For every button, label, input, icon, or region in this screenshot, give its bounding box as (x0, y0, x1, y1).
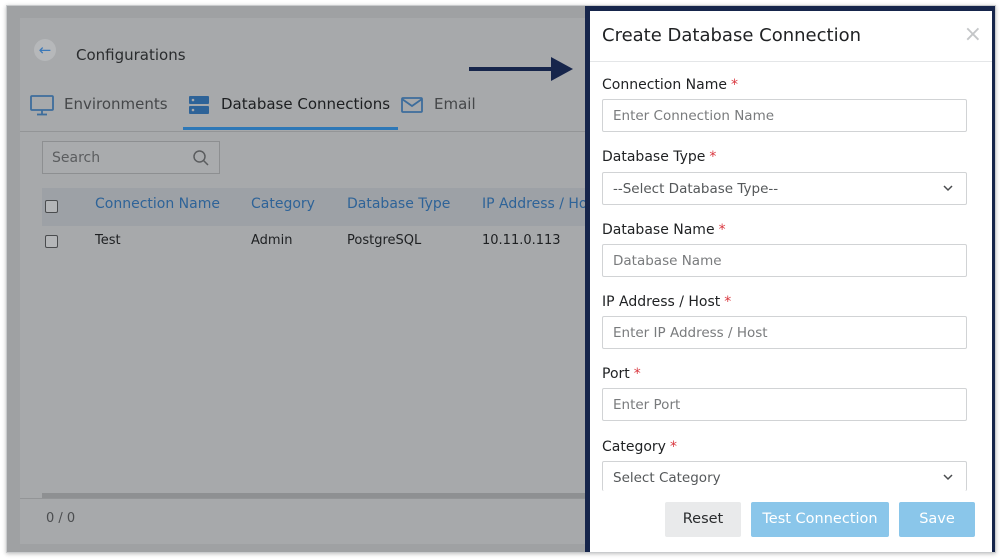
input-placeholder: Enter Connection Name (613, 108, 775, 124)
monitor-icon (30, 95, 54, 116)
save-button[interactable]: Save (899, 502, 975, 537)
database-name-label: Database Name * (602, 222, 726, 238)
select-placeholder: --Select Database Type-- (613, 181, 779, 197)
arrow-left-icon: ← (38, 41, 52, 59)
required-marker: * (633, 366, 641, 382)
pager-divider (20, 498, 610, 499)
chevron-down-icon (943, 185, 953, 192)
required-marker: * (709, 149, 717, 165)
dialog-footer: Reset Test Connection Save (590, 497, 992, 552)
required-marker: * (724, 294, 732, 310)
callout-arrow-icon (469, 57, 573, 81)
screenshot-frame: ← Configurations Environments Database C… (6, 5, 996, 553)
database-type-select[interactable]: --Select Database Type-- (602, 172, 967, 205)
select-placeholder: Select Category (613, 470, 721, 486)
cell-category: Admin (251, 233, 293, 248)
envelope-icon (401, 97, 423, 113)
required-marker: * (718, 222, 726, 238)
column-header-ip-address[interactable]: IP Address / Host (482, 196, 600, 212)
dialog-header-divider (590, 61, 992, 62)
column-header-connection-name[interactable]: Connection Name (95, 196, 220, 212)
select-all-checkbox[interactable] (45, 200, 58, 213)
connection-name-label: Connection Name * (602, 77, 738, 93)
tab-label: Database Connections (221, 95, 391, 113)
tabs-divider (20, 131, 610, 132)
required-marker: * (669, 439, 677, 455)
ip-address-label: IP Address / Host * (602, 294, 732, 310)
search-icon (193, 150, 209, 166)
input-placeholder: Enter IP Address / Host (613, 325, 768, 341)
port-input[interactable]: Enter Port (602, 388, 967, 421)
connection-name-input[interactable]: Enter Connection Name (602, 99, 967, 132)
chevron-down-icon (943, 474, 953, 481)
tab-label: Email (434, 95, 476, 113)
required-marker: * (730, 77, 738, 93)
input-placeholder: Enter Port (613, 397, 681, 413)
ip-address-input[interactable]: Enter IP Address / Host (602, 316, 967, 349)
close-icon: × (963, 22, 982, 47)
input-placeholder: Database Name (613, 253, 722, 269)
create-database-connection-dialog: Create Database Connection × Connection … (585, 6, 995, 552)
reset-button[interactable]: Reset (665, 502, 741, 537)
test-connection-button[interactable]: Test Connection (751, 502, 889, 537)
column-header-category[interactable]: Category (251, 196, 315, 212)
cell-connection-name: Test (95, 233, 121, 248)
cell-database-type: PostgreSQL (347, 233, 422, 248)
active-tab-indicator (183, 127, 398, 130)
back-button[interactable]: ← (34, 39, 56, 61)
search-input[interactable]: Search (42, 141, 220, 174)
category-select[interactable]: Select Category (602, 461, 967, 491)
search-placeholder: Search (52, 150, 101, 166)
database-name-input[interactable]: Database Name (602, 244, 967, 277)
port-label: Port * (602, 366, 641, 382)
tab-label: Environments (64, 95, 168, 113)
close-button[interactable]: × (963, 22, 982, 47)
column-header-database-type[interactable]: Database Type (347, 196, 450, 212)
database-type-label: Database Type * (602, 149, 717, 165)
page-title: Configurations (76, 46, 186, 64)
cell-ip-address: 10.11.0.113 (482, 233, 561, 248)
dialog-title: Create Database Connection (602, 25, 861, 46)
pagination-count: 0 / 0 (46, 511, 76, 526)
database-icon (189, 96, 209, 114)
category-label: Category * (602, 439, 677, 455)
row-checkbox[interactable] (45, 235, 58, 248)
